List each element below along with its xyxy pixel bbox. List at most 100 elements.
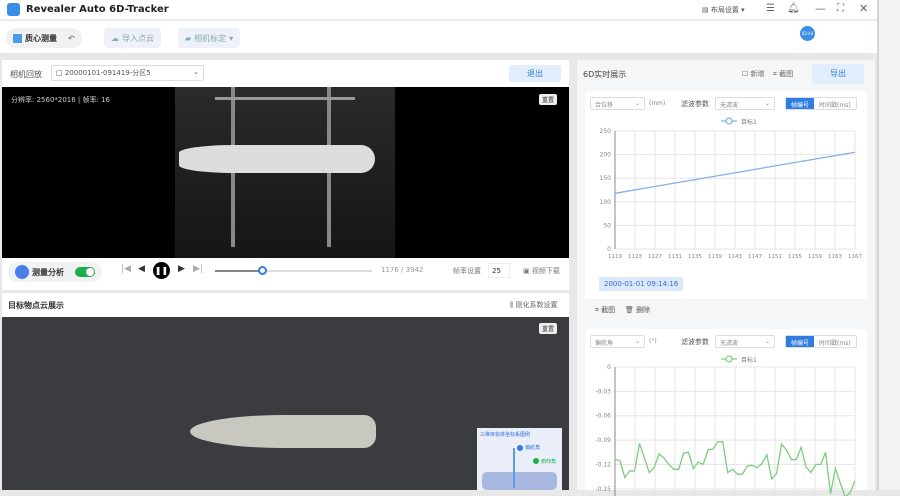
file-select-value: 20000101-091419-分区5 [64, 69, 151, 77]
filter-select[interactable]: 无滤波 ⌄ [715, 335, 775, 348]
camera-playback-label: 相机回放 [10, 70, 42, 79]
camera-frame-image [175, 87, 395, 258]
x-tick-label: 1151 [768, 254, 782, 260]
minimize-icon[interactable]: — [815, 2, 826, 15]
import-cloud-button[interactable]: ☁ 导入点云 [104, 28, 161, 48]
centroid-measure-button[interactable]: 质心测量 ↶ [6, 28, 82, 48]
x-tick-label: 1131 [668, 254, 682, 260]
progress-slider-handle[interactable] [257, 266, 267, 275]
video-download-label: 视频下载 [531, 267, 560, 275]
maximize-icon[interactable]: ⛶ [837, 3, 844, 14]
card-delete-button[interactable]: 🗑︎ 删除 [625, 305, 650, 315]
measure-analysis-label: 测量分析 [32, 267, 64, 277]
camera-calib-button[interactable]: ▰ 相机标定 ▾ [178, 28, 241, 48]
y-tick-label: 200 [600, 152, 612, 159]
toolbar: 质心测量 ↶ ☁ 导入点云 ▰ 相机标定 ▾ 02:44 [0, 21, 877, 53]
x-tick-label: 1119 [608, 254, 622, 260]
metric-select[interactable]: 偏航角 ⌄ [590, 335, 645, 348]
yaw-chart: 目标1 0 -0.03 -0.06 -0.09 -0.12 -0.15 [595, 355, 856, 496]
y-tick-label: -0.06 [595, 413, 611, 420]
camera-calib-label: 相机标定 [194, 33, 227, 43]
import-cloud-label: 导入点云 [122, 33, 154, 43]
app-logo-icon [7, 3, 20, 16]
mode-time-tab[interactable]: 时间戳(ms) [814, 98, 856, 109]
export-button[interactable]: 导出 [812, 64, 864, 84]
y-tick-label: -0.15 [595, 486, 611, 493]
card-screenshot-label: 截图 [601, 306, 616, 314]
menu-icon[interactable]: ☰ [766, 3, 775, 14]
x-tick-label: 1135 [688, 254, 702, 260]
pause-button[interactable]: ❚❚ [153, 262, 170, 279]
cloud-reset-button[interactable]: 重置 [539, 323, 558, 334]
legend-label: 目标1 [741, 356, 757, 364]
mode-frame-tab[interactable]: 帧编号 [786, 98, 815, 109]
bell-icon[interactable]: 🔔︎ [787, 3, 800, 14]
centroid-icon [13, 33, 22, 43]
close-icon[interactable]: ✕ [859, 2, 868, 15]
y-tick-label: -0.09 [595, 437, 611, 444]
centroid-label: 质心测量 [25, 33, 57, 43]
app-title: Revealer Auto 6D-Tracker [26, 4, 169, 15]
card-delete-label: 删除 [636, 306, 651, 314]
y-tick-label: 0 [607, 364, 611, 371]
link-icon [15, 265, 29, 279]
video-reset-button[interactable]: 重置 [539, 94, 558, 105]
rigid-settings-label: 刚化系数设置 [515, 301, 558, 309]
timestamp-badge: 2000-01-01 09:14:16 [599, 277, 684, 291]
add-button[interactable]: ☐ 新增 [742, 69, 765, 79]
screenshot-button[interactable]: ⌗ 截图 [773, 69, 793, 79]
mode-time-tab[interactable]: 时间戳(ms) [814, 336, 856, 347]
y-tick-label: 150 [600, 175, 612, 182]
point-cloud-object [190, 415, 376, 448]
filter-select[interactable]: 无滤波 ⌄ [715, 97, 775, 110]
layout-settings-label: 布局设置 [710, 6, 739, 14]
yaw-label: 偏航角 [525, 445, 541, 451]
fps-input[interactable]: 25 [488, 263, 510, 278]
mode-frame-tab[interactable]: 帧编号 [786, 336, 815, 347]
next-frame-icon[interactable]: ▶ [178, 264, 185, 274]
x-tick-label: 1147 [748, 254, 762, 260]
unit-label: (mm) [649, 100, 666, 107]
file-select[interactable]: □ 20000101-091419-分区5 ⌄ [51, 65, 204, 81]
frame-counter: 1176 / 3942 [381, 266, 424, 274]
axis-legend: 三维目标体坐标系图例 偏航角 俯仰角 [477, 428, 562, 490]
yaw-icon [517, 445, 523, 451]
target-object [179, 145, 375, 173]
y-tick-label: 250 [600, 128, 612, 135]
measure-toggle[interactable] [75, 267, 95, 277]
x-tick-label: 1159 [808, 254, 822, 260]
point-cloud-view[interactable]: 重置 三维目标体坐标系图例 偏航角 俯仰角 [2, 317, 569, 490]
x-tick-label: 1155 [788, 254, 802, 260]
progress-slider[interactable] [215, 266, 372, 275]
measure-analysis-toggle-group: 测量分析 [8, 262, 102, 282]
realtime-6d-panel: 6D实时展示 ☐ 新增 ⌗ 截图 导出 合位移 ⌄ (mm) 滤波参数 无滤波 ⌄… [577, 60, 875, 496]
y-tick-label: 0 [607, 246, 611, 253]
filter-label: 滤波参数 [681, 100, 709, 108]
window-edge [877, 0, 900, 490]
x-tick-label: 1123 [628, 254, 642, 260]
time-badge: 02:44 [800, 26, 815, 41]
card-screenshot-button[interactable]: ⌗ 截图 [595, 305, 615, 315]
x-tick-label: 1167 [848, 254, 862, 260]
layout-settings-button[interactable]: ▤ 布局设置 ▾ [702, 5, 745, 15]
point-cloud-panel: 目标物点云展示 ⫼ 刚化系数设置 重置 三维目标体坐标系图例 偏航角 俯仰角 [2, 293, 569, 490]
skip-start-icon[interactable]: |◀ [121, 264, 131, 274]
playback-controls: 测量分析 |◀ ◀ ❚❚ ▶ ▶| 1176 / 3942 帧率设置 25 ▣ … [2, 258, 569, 284]
prev-frame-icon[interactable]: ◀ [138, 264, 145, 274]
legend-marker [725, 117, 733, 125]
x-tick-label: 1127 [648, 254, 662, 260]
skip-end-icon[interactable]: ▶| [193, 264, 203, 274]
video-download-button[interactable]: ▣ 视频下载 [523, 266, 560, 276]
filter-label: 滤波参数 [681, 338, 709, 346]
rigid-settings-button[interactable]: ⫼ 刚化系数设置 [510, 300, 557, 310]
y-tick-label: 50 [603, 222, 611, 229]
legend-marker [725, 355, 733, 363]
chart-card-yaw: 偏航角 ⌄ (°) 滤波参数 无滤波 ⌄ 帧编号 时间戳(ms) 目标1 0 -0.0… [585, 329, 867, 496]
exit-button[interactable]: 退出 [509, 65, 561, 82]
cloud-upload-icon: ☁ [111, 33, 119, 43]
pitch-label: 俯仰角 [541, 459, 557, 465]
x-tick-label: 1163 [828, 254, 842, 260]
point-cloud-title: 目标物点云展示 [8, 301, 64, 310]
undo-icon[interactable]: ↶ [68, 34, 75, 43]
metric-select[interactable]: 合位移 ⌄ [590, 97, 645, 110]
